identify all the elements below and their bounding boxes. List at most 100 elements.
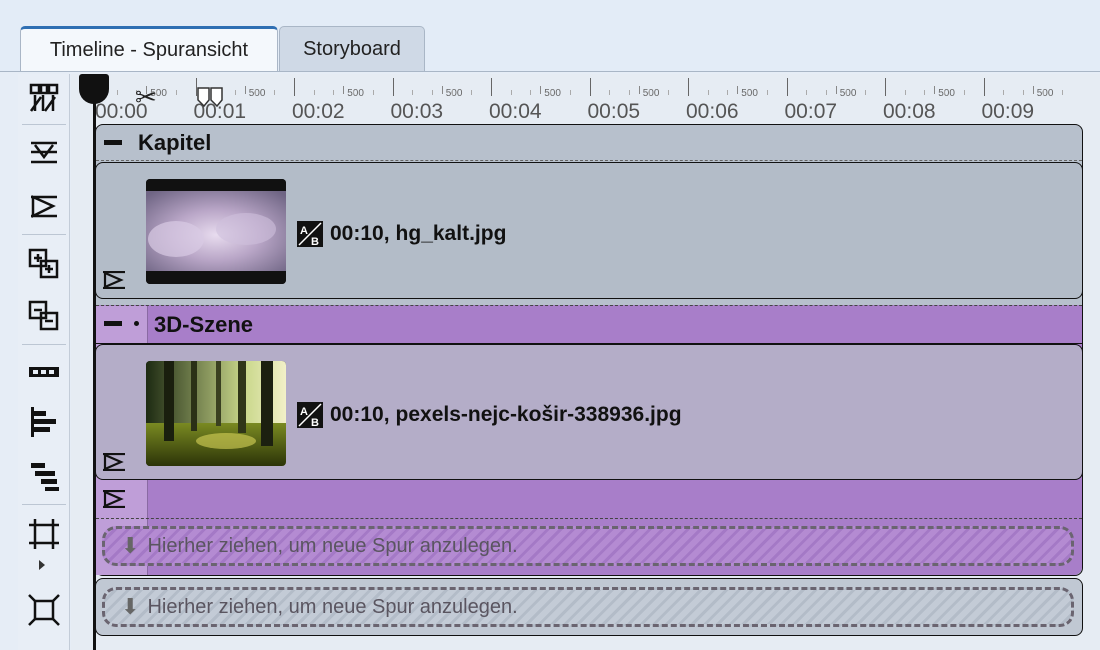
ruler-minor-label: 500 bbox=[839, 88, 857, 99]
ruler-minor-tick bbox=[441, 86, 443, 94]
scene-title: 3D-Szene bbox=[154, 312, 254, 337]
crop-frame-icon[interactable] bbox=[24, 514, 64, 554]
ruler-time-label: 00:03 bbox=[390, 100, 444, 123]
ruler-subtick bbox=[510, 90, 512, 95]
ruler-minor-label: 500 bbox=[248, 88, 266, 99]
ruler-subtick bbox=[707, 90, 709, 95]
track-flag-icon[interactable] bbox=[24, 186, 64, 226]
ruler-tick bbox=[491, 78, 492, 96]
ruler-minor-tick bbox=[1032, 86, 1034, 94]
ruler-minor-label: 500 bbox=[642, 88, 660, 99]
ruler-subtick bbox=[904, 90, 906, 95]
ruler-subtick bbox=[963, 90, 965, 95]
ruler-subtick bbox=[353, 90, 355, 95]
svg-text:A: A bbox=[300, 225, 308, 237]
dropzone-scene[interactable]: ⬇ Hierher ziehen, um neue Spur anzulegen… bbox=[102, 526, 1074, 566]
ruler-subtick bbox=[845, 90, 847, 95]
clip-thumbnail bbox=[146, 179, 286, 284]
ruler-tick bbox=[589, 78, 591, 96]
dropdown-arrow-icon[interactable] bbox=[39, 560, 45, 570]
ruler-subtick bbox=[806, 90, 808, 95]
ruler-subtick bbox=[944, 90, 946, 95]
divider bbox=[96, 518, 1082, 519]
ruler-subtick bbox=[825, 90, 827, 95]
ruler-subtick bbox=[471, 90, 473, 95]
3d-scene-group[interactable]: 3D-Szene AB 00:10, pexels-nejc-košir-338… bbox=[95, 305, 1083, 575]
chapter-title: Kapitel bbox=[138, 130, 212, 155]
ruler-time-label: 00:08 bbox=[883, 100, 936, 123]
ruler-subtick bbox=[530, 90, 532, 95]
ruler-subtick bbox=[175, 90, 177, 95]
remove-track-icon[interactable] bbox=[24, 296, 64, 336]
ruler-minor-label: 500 bbox=[938, 88, 955, 99]
svg-text:B: B bbox=[311, 417, 319, 429]
ruler-tick bbox=[983, 78, 985, 96]
arrow-down-icon: ⬇ bbox=[121, 533, 140, 558]
clip-hg-kalt[interactable]: AB 00:10, hg_kalt.jpg bbox=[95, 162, 1083, 299]
ruler-tick bbox=[392, 78, 394, 96]
film-strip-icon[interactable] bbox=[24, 352, 64, 392]
ruler-subtick bbox=[333, 90, 335, 95]
clip-duration: 00:10, bbox=[330, 222, 390, 245]
playhead-line bbox=[93, 98, 96, 650]
ruler-subtick bbox=[1003, 90, 1005, 95]
ruler-subtick bbox=[412, 90, 414, 95]
tab-storyboard[interactable]: Storyboard bbox=[279, 26, 425, 72]
collapse-icon[interactable] bbox=[104, 321, 122, 326]
ruler-subtick bbox=[924, 90, 926, 95]
ruler-minor-label: 500 bbox=[544, 88, 561, 99]
ruler-subtick bbox=[1042, 90, 1044, 95]
tab-timeline[interactable]: Timeline - Spuransicht bbox=[20, 26, 278, 72]
chapter-header: Kapitel bbox=[96, 125, 1082, 161]
ruler-minor-label: 500 bbox=[741, 88, 758, 99]
align-left-icon[interactable] bbox=[24, 402, 64, 442]
ruler-subtick bbox=[609, 90, 611, 95]
bullet-icon bbox=[134, 321, 139, 326]
ruler-minor-tick bbox=[934, 86, 936, 94]
ruler-minor-label: 500 bbox=[445, 88, 463, 99]
ruler-subtick bbox=[628, 90, 630, 95]
ruler-subtick bbox=[313, 90, 315, 95]
text-ab-icon: AB bbox=[297, 402, 323, 429]
align-right-icon[interactable] bbox=[24, 456, 64, 496]
tab-bar: Timeline - Spuransicht Storyboard bbox=[0, 0, 1100, 74]
clip-pexels[interactable]: AB 00:10, pexels-nejc-košir-338936.jpg bbox=[95, 344, 1083, 480]
ruler-subtick bbox=[865, 90, 867, 95]
ruler-time-label: 00:09 bbox=[981, 100, 1035, 123]
ruler-time-label: 00:02 bbox=[292, 100, 345, 123]
ruler-tick bbox=[294, 78, 295, 96]
ruler-time-label: 00:05 bbox=[587, 100, 641, 123]
ruler-subtick bbox=[1062, 90, 1064, 95]
ruler-time-label: 00:06 bbox=[686, 100, 739, 123]
track-flag-icon[interactable] bbox=[102, 490, 126, 508]
ruler-minor-tick bbox=[244, 86, 246, 94]
track-flag-icon[interactable] bbox=[102, 271, 126, 289]
toolbar bbox=[18, 74, 70, 650]
tab-label: Storyboard bbox=[303, 38, 401, 60]
ruler-subtick bbox=[1022, 90, 1024, 95]
ruler-subtick bbox=[668, 90, 670, 95]
ruler-subtick bbox=[648, 90, 650, 95]
collapse-track-icon[interactable] bbox=[24, 132, 64, 172]
dropzone-label: Hierher ziehen, um neue Spur anzulegen. bbox=[147, 534, 518, 557]
ruler-minor-tick bbox=[343, 86, 345, 94]
ruler-minor-tick bbox=[638, 86, 640, 94]
ruler-subtick bbox=[372, 90, 374, 95]
clip-info: AB 00:10, hg_kalt.jpg bbox=[296, 220, 506, 248]
track-flag-icon[interactable] bbox=[102, 453, 126, 471]
dropzone-main[interactable]: ⬇ Hierher ziehen, um neue Spur anzulegen… bbox=[102, 587, 1074, 627]
ruler-subtick bbox=[274, 90, 276, 95]
add-track-icon[interactable] bbox=[24, 244, 64, 284]
clip-filename: pexels-nejc-košir-338936.jpg bbox=[395, 403, 682, 426]
collapse-icon[interactable] bbox=[104, 140, 122, 145]
ruler-subtick bbox=[116, 90, 118, 95]
scissors-icon[interactable]: ✂ bbox=[135, 82, 157, 113]
tab-label: Timeline - Spuransicht bbox=[49, 39, 249, 61]
ruler-subtick bbox=[569, 90, 571, 95]
marker-icon[interactable] bbox=[196, 86, 226, 108]
chapter-group[interactable]: Kapitel AB 00:10, hg_kalt.jpg 3D-Szene A… bbox=[95, 124, 1083, 576]
fit-frame-icon[interactable] bbox=[24, 590, 64, 630]
playhead-handle[interactable] bbox=[79, 74, 109, 104]
timeline-split-icon[interactable] bbox=[24, 78, 64, 118]
ruler-tick bbox=[688, 78, 689, 96]
